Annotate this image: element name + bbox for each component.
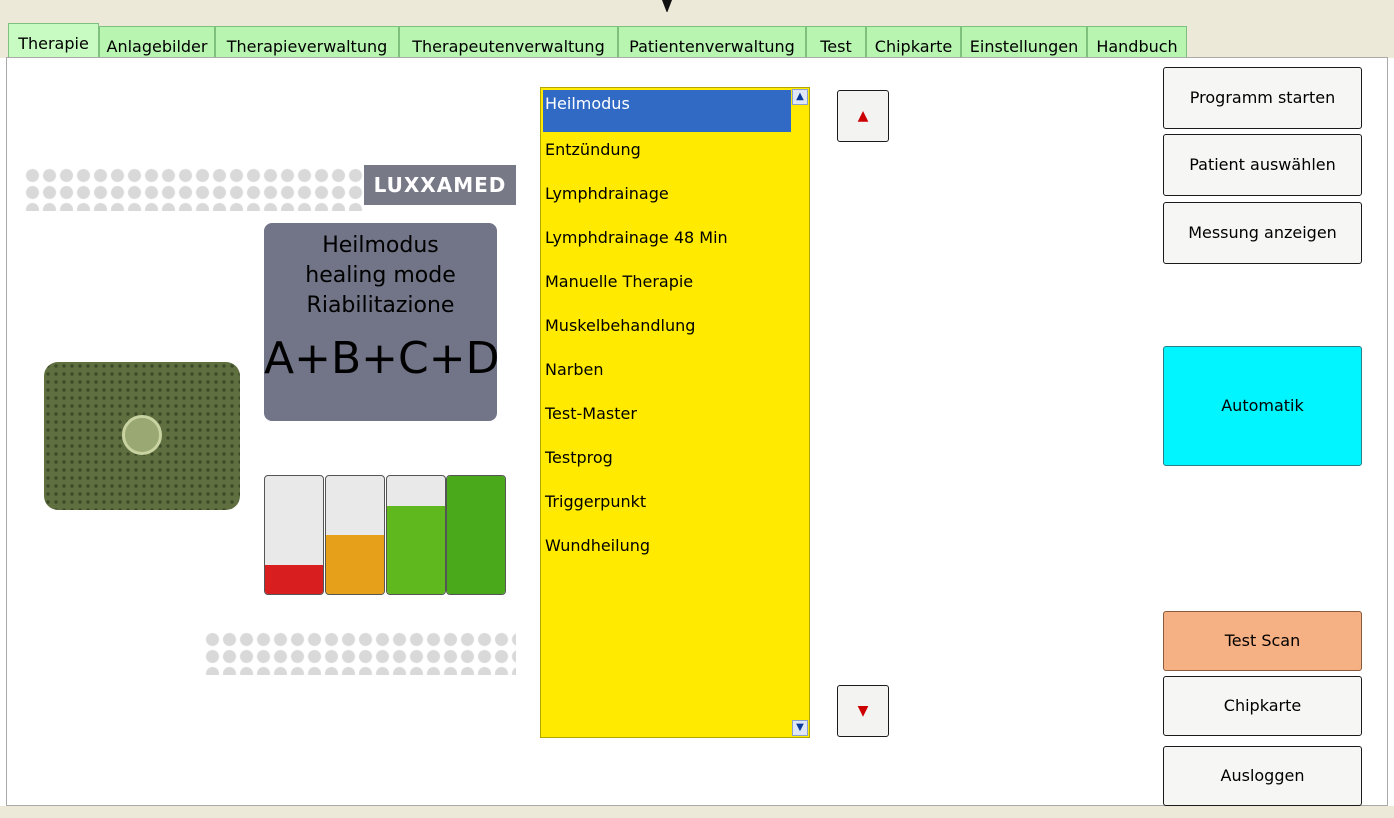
program-item[interactable]: Entzündung [543,136,791,178]
program-item[interactable]: Testprog [543,444,791,486]
program-list[interactable]: Heilmodus Entzündung Lymphdrainage Lymph… [540,87,810,738]
program-item[interactable]: Wundheilung [543,532,791,574]
list-scrollbar[interactable]: ▲ ▼ [791,88,809,737]
test-scan-button[interactable]: Test Scan [1163,611,1362,671]
battery-icon-high [386,475,446,595]
decorative-dots-top [24,167,364,211]
electrode-snap-icon [122,415,162,455]
program-item[interactable]: Muskelbehandlung [543,312,791,354]
ausloggen-button[interactable]: Ausloggen [1163,746,1362,806]
program-item[interactable]: Narben [543,356,791,398]
move-up-button[interactable]: ▲ [837,90,889,142]
program-item[interactable]: Heilmodus [543,90,791,132]
mode-card: Heilmodus healing mode Riabilitazione A+… [264,223,500,421]
mode-line-2: healing mode [305,263,456,288]
mode-line-1: Heilmodus [322,233,439,258]
program-item[interactable]: Triggerpunkt [543,488,791,530]
tab-strip: Therapie Anlagebilder Therapieverwaltung… [0,12,1394,69]
top-bar [0,0,1394,12]
program-item[interactable]: Test-Master [543,400,791,442]
scroll-down-icon[interactable]: ▼ [792,720,808,736]
bottom-bar [0,806,1394,818]
program-item[interactable]: Lymphdrainage [543,180,791,222]
battery-fill-high [387,505,445,594]
chipkarte-button[interactable]: Chipkarte [1163,676,1362,736]
patient-auswaehlen-button[interactable]: Patient auswählen [1163,134,1362,196]
mode-line-3: Riabilitazione [306,293,455,318]
battery-icon-low [264,475,324,595]
mode-line-4: A+B+C+D [264,333,500,384]
programm-starten-button[interactable]: Programm starten [1163,67,1362,129]
decorative-dots-bottom [204,631,516,675]
automatik-button[interactable]: Automatik [1163,346,1362,466]
luxamed-logo: LUXXAMED [364,165,516,205]
electrode-illustration: LUXXAMED Heilmodus healing mode Riabilit… [22,165,516,677]
battery-icon-full [446,475,506,595]
battery-fill-full [447,476,505,594]
battery-fill-low [265,564,323,594]
battery-icon-half [325,475,385,595]
scroll-up-icon[interactable]: ▲ [792,89,808,105]
move-down-button[interactable]: ▼ [837,685,889,737]
battery-fill-half [326,535,384,594]
messung-anzeigen-button[interactable]: Messung anzeigen [1163,202,1362,264]
program-item[interactable]: Manuelle Therapie [543,268,791,310]
program-item[interactable]: Lymphdrainage 48 Min [543,224,791,266]
